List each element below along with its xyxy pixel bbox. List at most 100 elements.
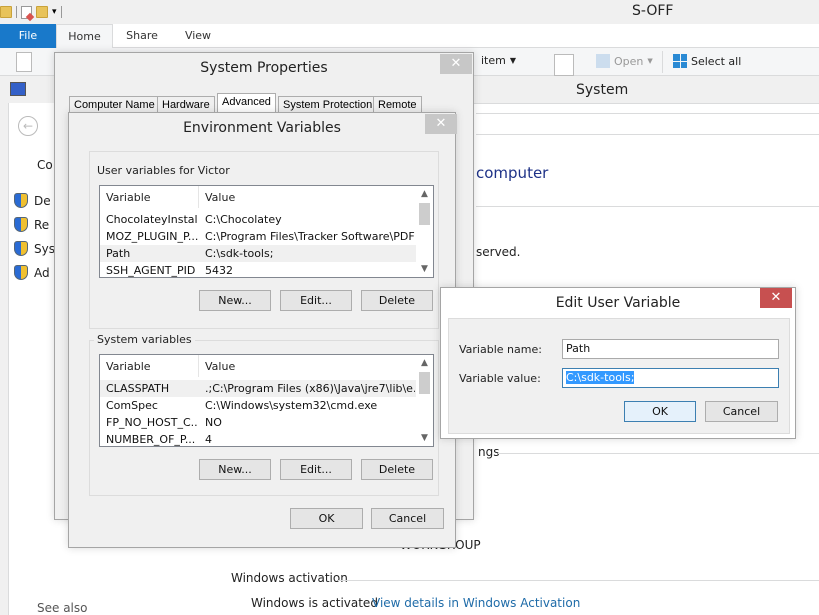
dialog-title: System Properties — [200, 60, 328, 76]
scroll-up-icon[interactable]: ▲ — [416, 186, 433, 202]
scroll-down-icon[interactable]: ▼ — [416, 261, 433, 277]
activation-details-link[interactable]: View details in Windows Activation — [372, 596, 580, 610]
close-button[interactable]: ✕ — [440, 54, 472, 74]
system-delete-button[interactable]: Delete — [361, 459, 433, 480]
sidebar-item-label: Sys — [34, 241, 55, 256]
select-all-button[interactable]: Select all — [673, 54, 741, 68]
customize-dropdown-icon[interactable]: ▾ — [52, 7, 57, 17]
column-header-value[interactable]: Value — [205, 191, 235, 204]
sidebar-item-advanced-settings[interactable]: Ad — [14, 265, 50, 280]
open-icon — [596, 54, 610, 68]
system-new-button[interactable]: New... — [199, 459, 271, 480]
variable-name: NUMBER_OF_P... — [106, 433, 196, 446]
sidebar-item-label: De — [34, 193, 51, 208]
variable-value: C:\Windows\system32\cmd.exe — [205, 399, 378, 412]
scroll-up-icon[interactable]: ▲ — [416, 355, 433, 371]
list-header: Variable Value — [100, 186, 433, 208]
user-variables-list[interactable]: Variable Value ChocolateyInstall C:\Choco… — [99, 185, 434, 278]
sidebar-item-device-manager[interactable]: De — [14, 193, 51, 208]
folder-icon[interactable] — [0, 6, 12, 18]
variable-value: 4 — [205, 433, 212, 446]
list-item[interactable]: NUMBER_OF_P... 4 — [100, 431, 416, 446]
open-button[interactable]: Open ▼ — [596, 54, 653, 68]
properties-icon[interactable] — [554, 54, 574, 76]
variable-value-input[interactable]: C:\sdk-tools; — [562, 368, 779, 388]
shield-icon — [14, 265, 28, 280]
divider — [476, 206, 819, 207]
select-all-label: Select all — [691, 54, 742, 68]
sidebar-item-remote-settings[interactable]: Re — [14, 217, 49, 232]
copyright-text: served. — [476, 245, 521, 259]
window-title: S-OFF — [632, 3, 674, 19]
divider — [498, 453, 819, 454]
properties-icon[interactable] — [21, 5, 32, 19]
dialog-title: Edit User Variable — [555, 295, 681, 311]
list-item[interactable]: CLASSPATH .;C:\Program Files (x86)\Java\j… — [100, 380, 416, 397]
column-header-value[interactable]: Value — [205, 360, 235, 373]
sidebar-item-label: Re — [34, 217, 50, 232]
dialog-title: Environment Variables — [183, 120, 341, 136]
copy-icon[interactable] — [16, 52, 32, 72]
system-variables-list[interactable]: Variable Value CLASSPATH .;C:\Program Fil… — [99, 354, 434, 447]
cancel-button[interactable]: Cancel — [371, 508, 444, 529]
tab-advanced[interactable]: Advanced — [217, 93, 276, 114]
ok-button[interactable]: OK — [290, 508, 363, 529]
list-item[interactable]: ComSpec C:\Windows\system32\cmd.exe — [100, 397, 416, 414]
ok-button[interactable]: OK — [624, 401, 696, 422]
system-edit-button[interactable]: Edit... — [280, 459, 352, 480]
variable-value: .;C:\Program Files (x86)\Java\jre7\lib\e… — [205, 382, 415, 395]
close-button[interactable]: ✕ — [425, 114, 457, 134]
system-title: System — [576, 82, 629, 98]
list-item[interactable]: MOZ_PLUGIN_P... C:\Program Files\Tracker … — [100, 228, 416, 245]
column-divider[interactable] — [198, 355, 199, 377]
column-header-variable[interactable]: Variable — [106, 191, 151, 204]
scroll-thumb[interactable] — [419, 372, 430, 394]
computer-icon — [10, 82, 26, 96]
shield-icon — [14, 193, 28, 208]
tab-file[interactable]: File — [0, 24, 56, 48]
sidebar-item-system-protection[interactable]: Sys — [14, 241, 55, 256]
list-item[interactable]: FP_NO_HOST_C... NO — [100, 414, 416, 431]
quick-access-toolbar: ▾ — [0, 3, 62, 21]
cancel-button[interactable]: Cancel — [705, 401, 778, 422]
list-item[interactable]: SSH_AGENT_PID 5432 — [100, 262, 416, 277]
section-heading-settings: ngs — [478, 445, 500, 459]
divider — [60, 6, 62, 18]
list-header: Variable Value — [100, 355, 433, 377]
user-variables-label: User variables for Victor — [94, 164, 233, 177]
new-item-button[interactable]: item ▼ — [481, 54, 516, 67]
column-header-variable[interactable]: Variable — [106, 360, 151, 373]
user-edit-button[interactable]: Edit... — [280, 290, 352, 311]
tab-view[interactable]: View — [178, 24, 218, 48]
user-delete-button[interactable]: Delete — [361, 290, 433, 311]
scroll-thumb[interactable] — [419, 203, 430, 225]
chevron-down-icon: ▼ — [647, 57, 653, 65]
ribbon-divider — [662, 51, 663, 73]
close-button[interactable]: ✕ — [760, 288, 792, 308]
variable-name-input[interactable]: Path — [562, 339, 779, 359]
scrollbar[interactable]: ▲ ▼ — [416, 186, 433, 277]
shield-icon — [14, 241, 28, 256]
new-folder-icon[interactable] — [36, 6, 48, 18]
sidebar-home-link[interactable]: Co — [37, 158, 53, 172]
scrollbar[interactable]: ▲ ▼ — [416, 355, 433, 446]
tab-share[interactable]: Share — [118, 24, 166, 48]
selected-text: C:\sdk-tools; — [566, 371, 635, 384]
column-divider[interactable] — [198, 186, 199, 208]
user-new-button[interactable]: New... — [199, 290, 271, 311]
variable-value: NO — [205, 416, 222, 429]
list-item[interactable]: ChocolateyInstall C:\Chocolatey — [100, 211, 416, 228]
variable-value: C:\sdk-tools; — [205, 247, 274, 260]
open-label: Open — [614, 54, 644, 68]
control-panel-sidebar — [8, 103, 55, 615]
variable-name-label: Variable name: — [459, 343, 542, 356]
scroll-down-icon[interactable]: ▼ — [416, 430, 433, 446]
variable-name: FP_NO_HOST_C... — [106, 416, 198, 429]
variable-name: SSH_AGENT_PID — [106, 264, 196, 277]
divider — [16, 6, 17, 18]
variable-name: MOZ_PLUGIN_P... — [106, 230, 198, 243]
divider — [476, 113, 819, 114]
back-button[interactable]: ← — [18, 116, 38, 136]
list-item-selected[interactable]: Path C:\sdk-tools; — [100, 245, 416, 262]
tab-home[interactable]: Home — [56, 24, 113, 48]
